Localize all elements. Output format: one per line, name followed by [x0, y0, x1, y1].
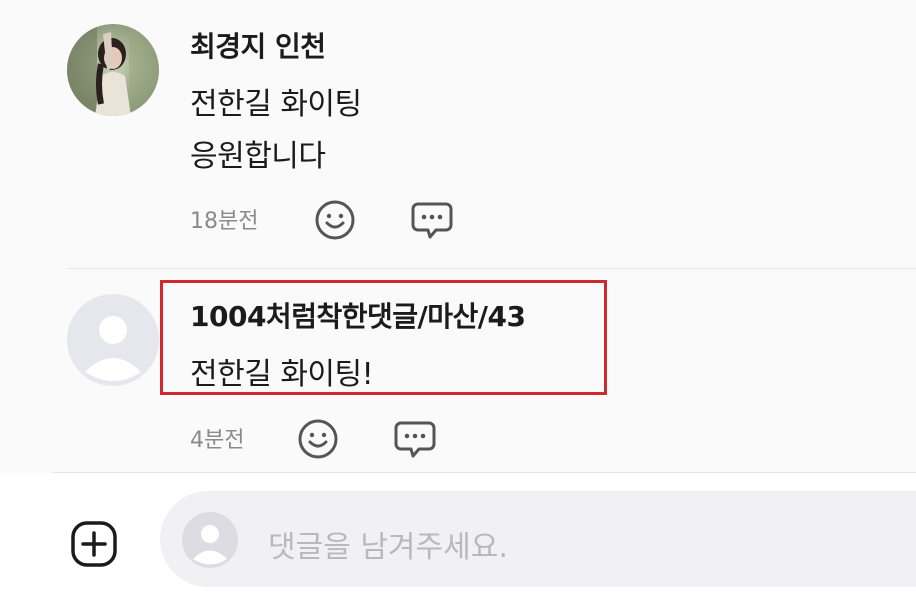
smiley-icon — [315, 200, 355, 240]
attach-button[interactable] — [68, 518, 120, 570]
highlight-box — [160, 280, 607, 395]
reply-button[interactable] — [410, 198, 454, 242]
comment-input-placeholder: 댓글을 남겨주세요. — [268, 530, 508, 565]
comment-timestamp: 18분전 — [190, 209, 259, 234]
user-avatar[interactable] — [67, 294, 159, 386]
comment-item: 최경지 인천 전한길 화이팅 응원합니다 18분전 — [0, 0, 916, 268]
comment-text-line: 응원합니다 — [190, 139, 326, 174]
user-avatar[interactable] — [67, 24, 159, 116]
speech-bubble-icon — [394, 421, 436, 458]
reply-button[interactable] — [393, 417, 437, 461]
comment-timestamp: 4분전 — [190, 428, 245, 453]
composer-avatar — [182, 512, 238, 568]
comment-author[interactable]: 최경지 인천 — [190, 25, 326, 65]
user-silhouette-icon — [67, 294, 159, 386]
comment-text-line: 전한길 화이팅 — [190, 87, 362, 122]
reaction-button[interactable] — [313, 198, 357, 242]
comment-thread: 최경지 인천 전한길 화이팅 응원합니다 18분전 1004처럼착한댓글/마산/… — [0, 0, 916, 593]
user-silhouette-icon — [182, 512, 238, 568]
speech-bubble-icon — [411, 202, 453, 239]
smiley-icon — [298, 419, 338, 459]
reaction-button[interactable] — [296, 417, 340, 461]
plus-square-icon — [71, 521, 117, 567]
